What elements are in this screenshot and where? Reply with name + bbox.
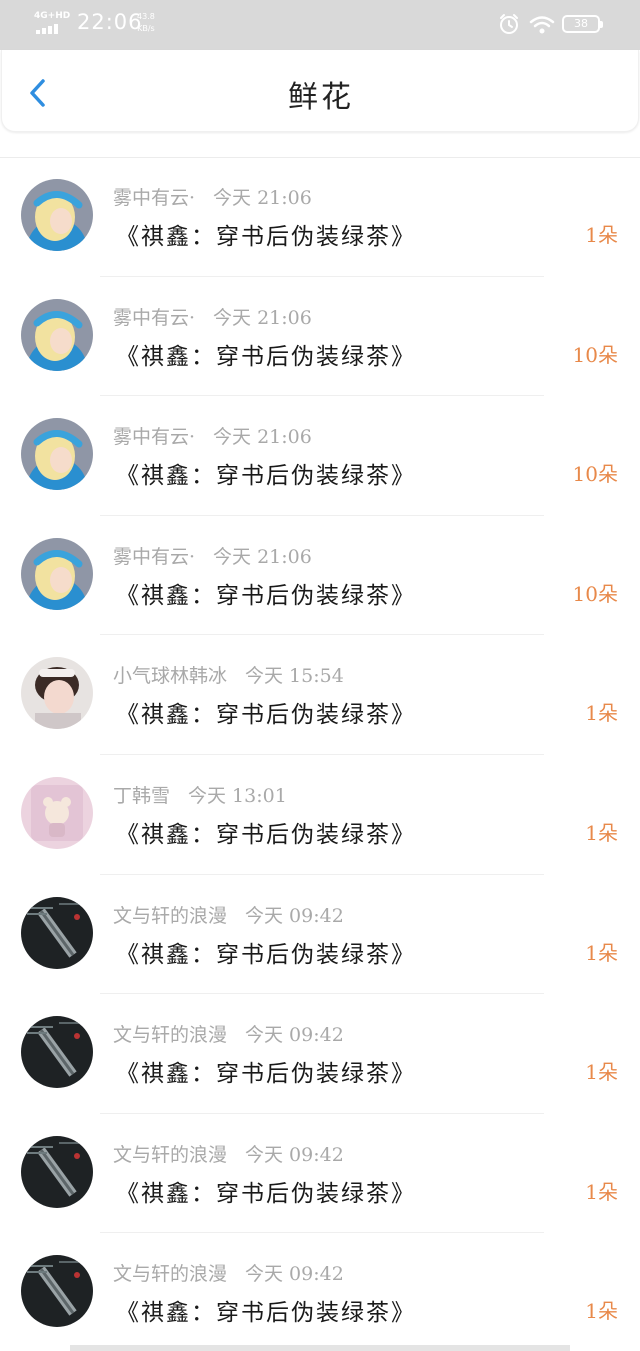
flower-count: 1朵 bbox=[585, 701, 618, 726]
avatar[interactable] bbox=[21, 537, 93, 610]
row-meta: 丁韩雪 今天 13:01 bbox=[113, 781, 287, 808]
list-item[interactable]: 丁韩雪 今天 13:01 《祺鑫：穿书后伪装绿茶》 1朵 bbox=[0, 755, 640, 875]
flower-list: 雾中有云· 今天 21:06 《祺鑫：穿书后伪装绿茶》 1朵 雾中有云· 今天 21:06… bbox=[0, 157, 640, 1351]
status-bar: 4G+HD 22:06 43.8 KB/s 38 bbox=[0, 0, 640, 50]
username[interactable]: 丁韩雪 bbox=[113, 785, 170, 807]
book-title: 《祺鑫：穿书后伪装绿茶》 bbox=[116, 343, 416, 370]
username[interactable]: 雾中有云· bbox=[113, 187, 195, 209]
row-meta: 小气球林韩冰 今天 15:54 bbox=[113, 661, 344, 688]
timestamp: 今天 09:42 bbox=[245, 904, 344, 927]
list-item[interactable]: 雾中有云· 今天 21:06 《祺鑫：穿书后伪装绿茶》 1朵 bbox=[0, 157, 640, 277]
book-title: 《祺鑫：穿书后伪装绿茶》 bbox=[116, 941, 416, 968]
row-meta: 文与轩的浪漫 今天 09:42 bbox=[113, 901, 344, 928]
list-item[interactable]: 雾中有云· 今天 21:06 《祺鑫：穿书后伪装绿茶》 10朵 bbox=[0, 277, 640, 397]
timestamp: 今天 21:06 bbox=[213, 187, 312, 209]
book-title: 《祺鑫：穿书后伪装绿茶》 bbox=[116, 821, 416, 848]
network-speed: 43.8 KB/s bbox=[137, 11, 155, 35]
avatar[interactable] bbox=[21, 776, 93, 849]
list-item[interactable]: 文与轩的浪漫 今天 09:42 《祺鑫：穿书后伪装绿茶》 1朵 bbox=[0, 1114, 640, 1234]
bottom-scroll-hint bbox=[70, 1345, 570, 1351]
flower-count: 1朵 bbox=[585, 223, 618, 247]
network-speed-unit: KB/s bbox=[137, 24, 155, 33]
timestamp: 今天 09:42 bbox=[245, 1024, 344, 1047]
avatar[interactable] bbox=[21, 179, 93, 251]
flower-count: 10朵 bbox=[572, 342, 618, 367]
network-type: 4G+HD bbox=[34, 11, 71, 21]
row-meta: 雾中有云· 今天 21:06 bbox=[113, 183, 312, 210]
avatar[interactable] bbox=[21, 298, 93, 371]
username[interactable]: 雾中有云· bbox=[113, 307, 195, 329]
flower-count: 1朵 bbox=[585, 1299, 618, 1324]
timestamp: 今天 21:06 bbox=[213, 306, 312, 329]
row-meta: 雾中有云· 今天 21:06 bbox=[113, 303, 312, 330]
network-speed-value: 43.8 bbox=[137, 12, 155, 21]
timestamp: 今天 09:42 bbox=[245, 1143, 344, 1166]
flower-count: 10朵 bbox=[572, 462, 618, 487]
alarm-icon bbox=[500, 14, 518, 34]
row-meta: 文与轩的浪漫 今天 09:42 bbox=[113, 1140, 344, 1167]
book-title: 《祺鑫：穿书后伪装绿茶》 bbox=[116, 224, 416, 250]
clock: 22:06 bbox=[77, 10, 143, 34]
book-title: 《祺鑫：穿书后伪装绿茶》 bbox=[116, 582, 416, 609]
book-title: 《祺鑫：穿书后伪装绿茶》 bbox=[116, 702, 416, 729]
book-title: 《祺鑫：穿书后伪装绿茶》 bbox=[116, 463, 416, 490]
list-item[interactable]: 雾中有云· 今天 21:06 《祺鑫：穿书后伪装绿茶》 10朵 bbox=[0, 396, 640, 516]
username[interactable]: 雾中有云· bbox=[113, 546, 195, 568]
list-item[interactable]: 文与轩的浪漫 今天 09:42 《祺鑫：穿书后伪装绿茶》 1朵 bbox=[0, 1233, 640, 1351]
row-meta: 雾中有云· 今天 21:06 bbox=[113, 422, 312, 449]
username[interactable]: 文与轩的浪漫 bbox=[113, 1263, 227, 1285]
wifi-icon bbox=[529, 16, 555, 34]
nav-bar: 鲜花 bbox=[1, 50, 639, 132]
timestamp: 今天 21:06 bbox=[213, 426, 312, 449]
flower-count: 1朵 bbox=[585, 820, 618, 845]
avatar[interactable] bbox=[21, 896, 93, 969]
username[interactable]: 雾中有云· bbox=[113, 426, 195, 448]
row-meta: 文与轩的浪漫 今天 09:42 bbox=[113, 1020, 344, 1047]
page-title: 鲜花 bbox=[288, 80, 354, 115]
timestamp: 今天 21:06 bbox=[213, 545, 312, 568]
list-item[interactable]: 雾中有云· 今天 21:06 《祺鑫：穿书后伪装绿茶》 10朵 bbox=[0, 516, 640, 636]
username[interactable]: 文与轩的浪漫 bbox=[113, 1144, 227, 1166]
flower-count: 1朵 bbox=[585, 940, 618, 965]
list-item[interactable]: 文与轩的浪漫 今天 09:42 《祺鑫：穿书后伪装绿茶》 1朵 bbox=[0, 875, 640, 995]
username[interactable]: 文与轩的浪漫 bbox=[113, 1024, 227, 1046]
signal-icon bbox=[36, 24, 58, 34]
flower-count: 1朵 bbox=[585, 1179, 618, 1204]
avatar[interactable] bbox=[21, 657, 93, 730]
timestamp: 今天 13:01 bbox=[188, 784, 287, 807]
avatar[interactable] bbox=[21, 1135, 93, 1208]
username[interactable]: 小气球林韩冰 bbox=[113, 665, 227, 687]
flower-count: 1朵 bbox=[585, 1060, 618, 1085]
timestamp: 今天 15:54 bbox=[245, 665, 344, 688]
list-item[interactable]: 小气球林韩冰 今天 15:54 《祺鑫：穿书后伪装绿茶》 1朵 bbox=[0, 635, 640, 755]
avatar[interactable] bbox=[21, 418, 93, 491]
list-item[interactable]: 文与轩的浪漫 今天 09:42 《祺鑫：穿书后伪装绿茶》 1朵 bbox=[0, 994, 640, 1114]
flower-count: 10朵 bbox=[572, 581, 618, 606]
timestamp: 今天 09:42 bbox=[245, 1263, 344, 1286]
book-title: 《祺鑫：穿书后伪装绿茶》 bbox=[116, 1061, 416, 1088]
username[interactable]: 文与轩的浪漫 bbox=[113, 905, 227, 927]
row-meta: 雾中有云· 今天 21:06 bbox=[113, 542, 312, 569]
book-title: 《祺鑫：穿书后伪装绿茶》 bbox=[116, 1180, 416, 1207]
battery-icon: 38 bbox=[562, 15, 603, 33]
avatar[interactable] bbox=[21, 1255, 93, 1328]
avatar[interactable] bbox=[21, 1016, 93, 1089]
row-meta: 文与轩的浪漫 今天 09:42 bbox=[113, 1259, 344, 1286]
book-title: 《祺鑫：穿书后伪装绿茶》 bbox=[116, 1300, 416, 1327]
